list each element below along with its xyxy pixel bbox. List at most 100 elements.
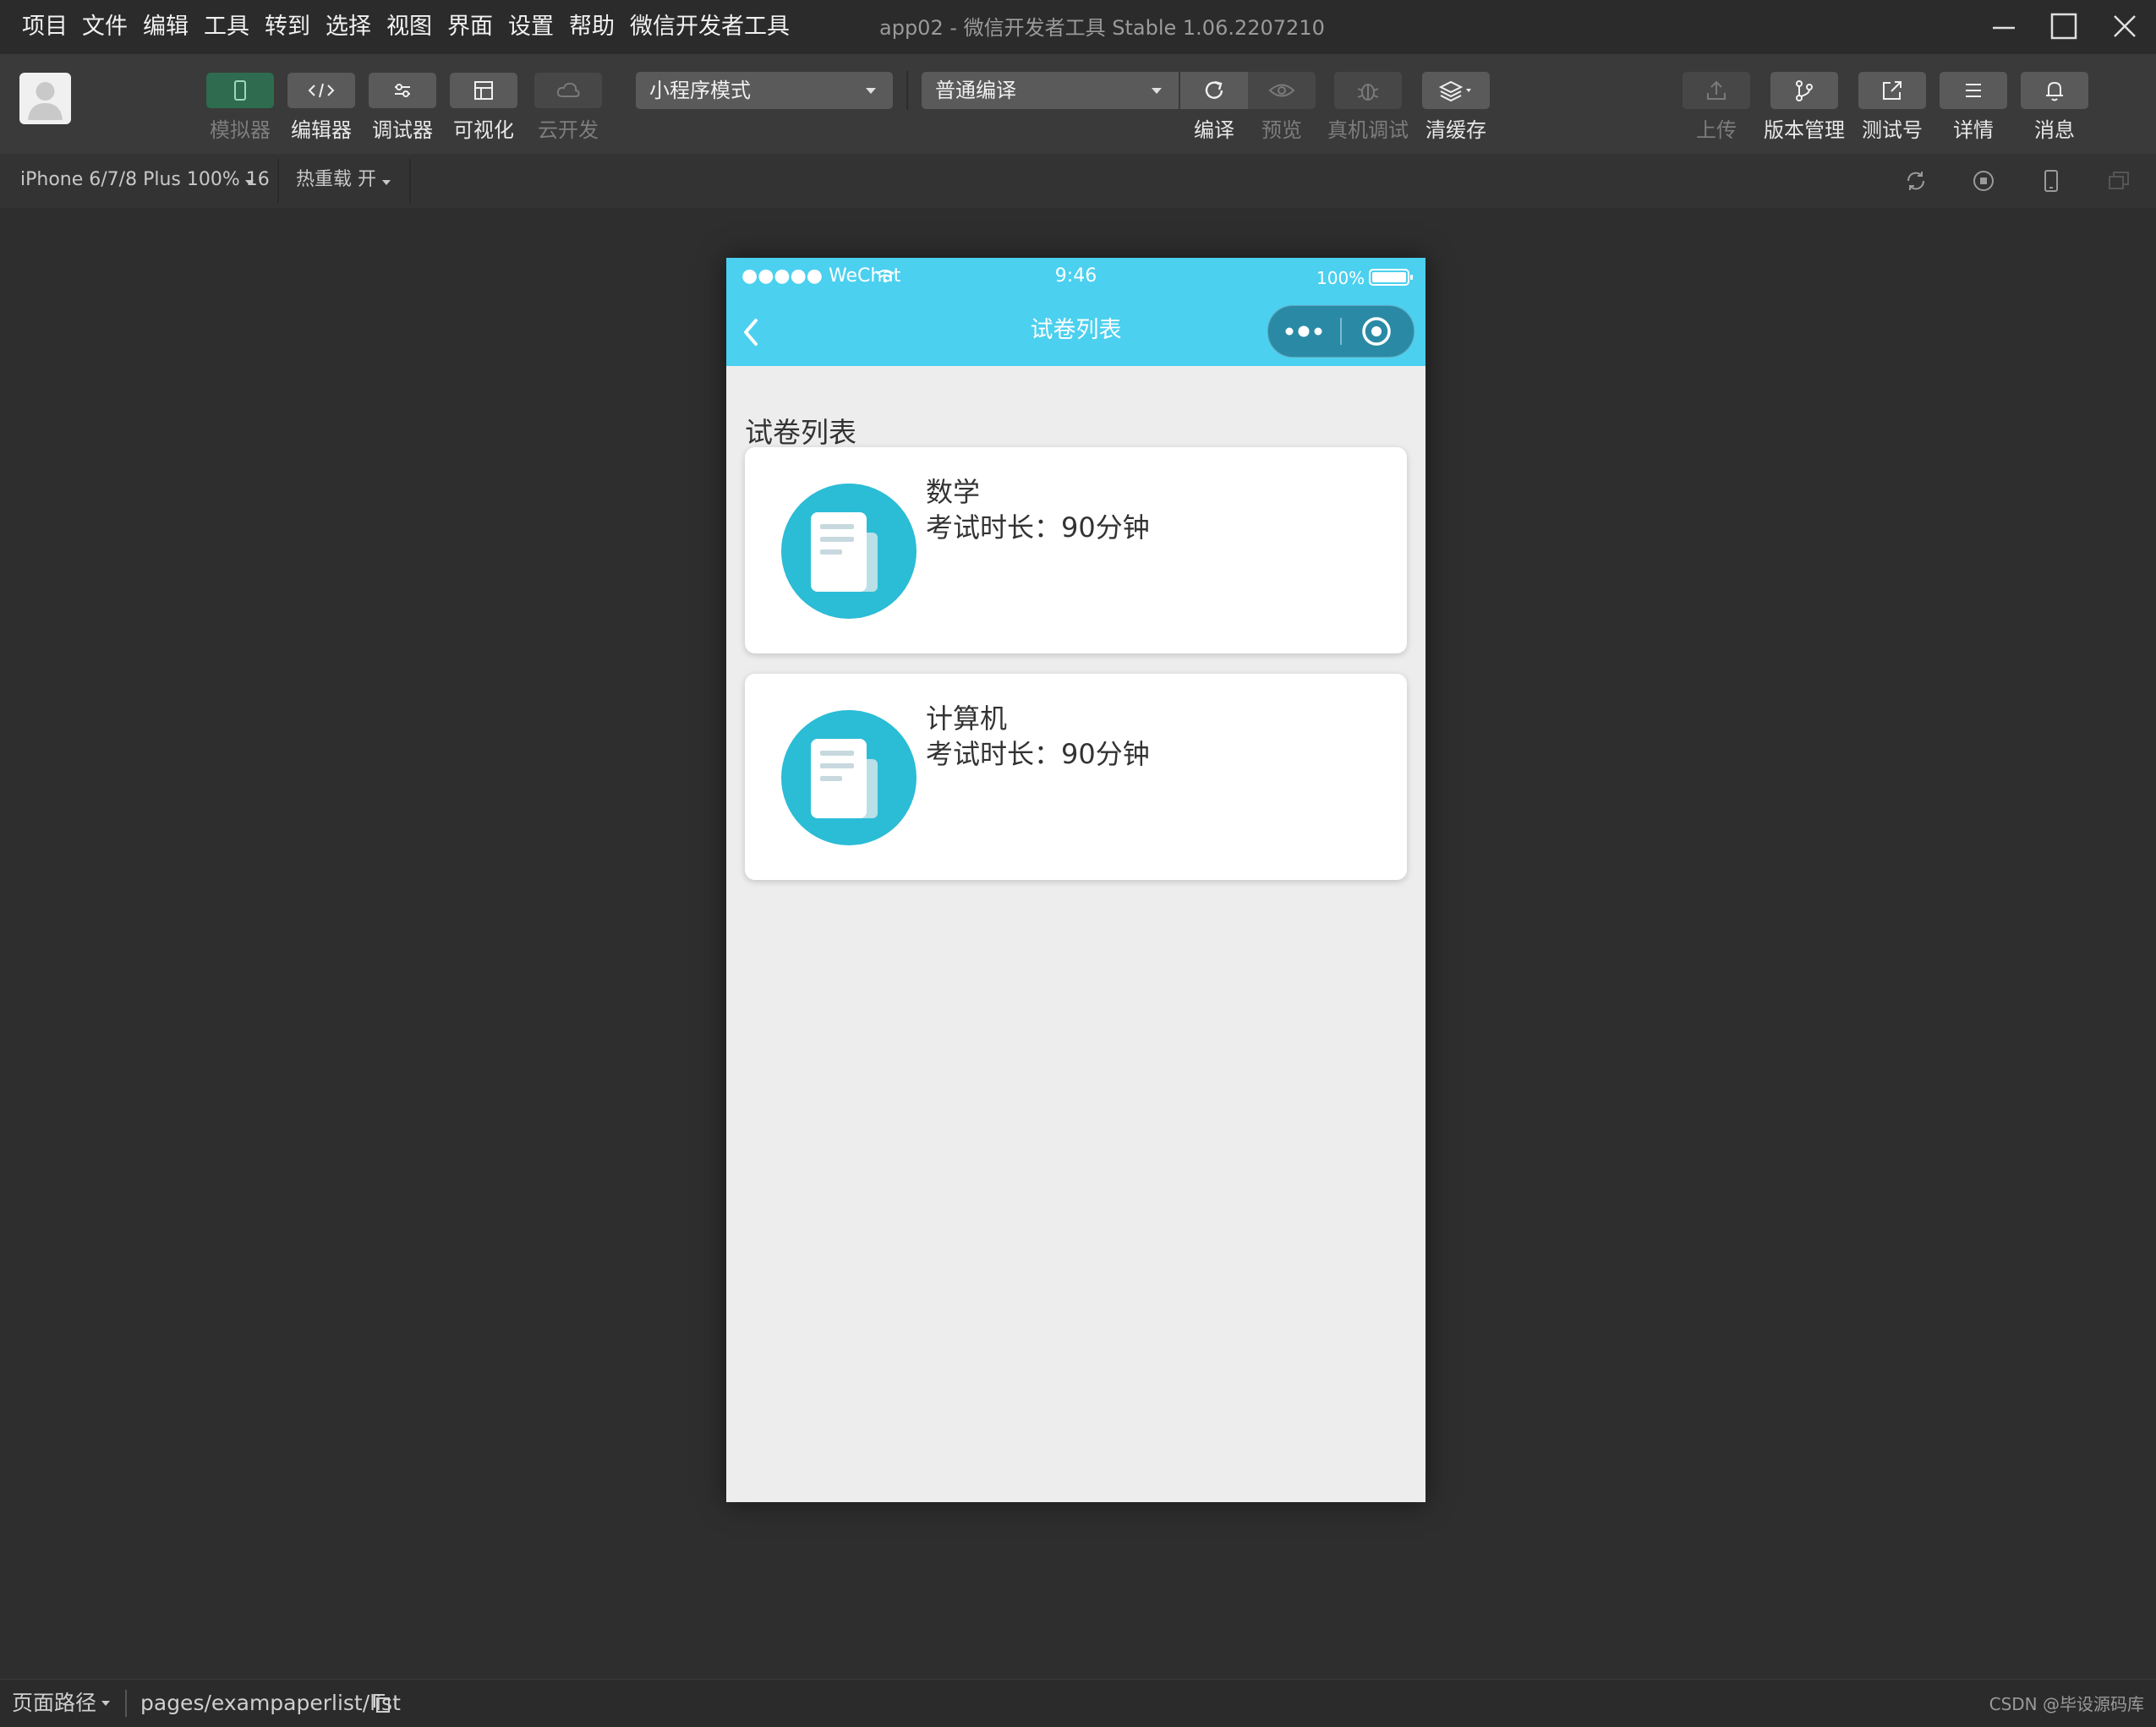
close-miniprogram-icon[interactable]	[1360, 314, 1393, 348]
rotate-icon[interactable]	[1902, 167, 1929, 194]
exam-paper-card[interactable]: 数学 考试时长：90分钟	[745, 447, 1407, 653]
debugger-button[interactable]	[369, 73, 436, 108]
messages-button[interactable]	[2021, 72, 2088, 109]
version-control-label: 版本管理	[1764, 118, 1845, 142]
upload-icon	[1707, 80, 1726, 100]
details-button[interactable]	[1940, 72, 2007, 109]
chevron-down-icon	[245, 180, 254, 185]
editor-label: 编辑器	[291, 118, 352, 142]
cloud-icon	[556, 82, 580, 97]
debugger-label: 调试器	[372, 118, 433, 142]
compile-label: 编译	[1194, 118, 1234, 142]
avatar[interactable]	[19, 73, 71, 124]
bug-icon	[1357, 84, 1379, 101]
chevron-down-icon	[1152, 88, 1162, 94]
phone-icon[interactable]	[2038, 167, 2065, 194]
chevron-down-icon	[101, 1701, 110, 1706]
exam-paper-name: 数学	[926, 476, 981, 508]
menu-devtools[interactable]: 微信开发者工具	[630, 10, 790, 44]
messages-label: 消息	[2034, 118, 2075, 142]
menu-file[interactable]: 文件	[82, 10, 128, 44]
more-dots-icon[interactable]	[1282, 318, 1326, 345]
battery-percent: 100%	[1316, 268, 1365, 288]
title-menu-bar: 项目 文件 编辑 工具 转到 选择 视图 界面 设置 帮助 微信开发者工具 ap…	[0, 0, 2156, 54]
phone-simulator: ●●●●● WeChat 9:46 100% 试卷列表 试卷列表 数学 考试时长…	[726, 258, 1425, 1502]
branch-icon	[1796, 80, 1813, 101]
device-debug-button[interactable]	[1334, 72, 1402, 109]
menu-goto[interactable]: 转到	[265, 10, 310, 44]
clear-cache-label: 清缓存	[1425, 118, 1486, 142]
menu-settings[interactable]: 设置	[508, 10, 554, 44]
upload-button[interactable]	[1683, 72, 1750, 109]
subbar-divider	[409, 159, 411, 203]
phone-status-bar: ●●●●● WeChat 9:46 100%	[726, 258, 1425, 295]
compile-select-value: 普通编译	[935, 79, 1016, 102]
cloud-dev-button[interactable]	[534, 73, 602, 108]
exam-paper-duration: 考试时长：90分钟	[926, 511, 1150, 544]
minimize-icon[interactable]	[1984, 8, 2023, 47]
user-avatar-icon	[28, 82, 63, 120]
test-account-button[interactable]	[1858, 72, 1926, 109]
window-title: app02 - 微信开发者工具 Stable 1.06.2207210	[879, 16, 1325, 40]
detach-window-icon[interactable]	[2105, 167, 2132, 194]
toolbar-divider	[906, 71, 908, 110]
watermark: CSDN @毕设源码库	[1989, 1694, 2144, 1714]
menu-capsule	[1267, 305, 1415, 358]
menu-icon	[1966, 84, 1981, 97]
preview-button[interactable]	[1248, 72, 1316, 109]
device-debug-label: 真机调试	[1327, 118, 1409, 142]
menu-interface[interactable]: 界面	[447, 10, 493, 44]
hot-reload-label: 热重载 开	[296, 169, 376, 190]
main-toolbar: 模拟器 编辑器 调试器 可视化 云开发 小程序模式 普通编译 编译 预览 真机调…	[0, 54, 2156, 154]
test-account-label: 测试号	[1862, 118, 1923, 142]
bottom-status-bar: 页面路径 pages/exampaperlist/list CSDN @毕设源码…	[0, 1679, 2156, 1727]
simulator-subbar: iPhone 6/7/8 Plus 100% 16 热重载 开	[0, 154, 2156, 208]
menu-select[interactable]: 选择	[326, 10, 371, 44]
clear-cache-button[interactable]	[1422, 72, 1490, 109]
eye-icon	[1268, 84, 1295, 97]
menu-edit[interactable]: 编辑	[143, 10, 189, 44]
visualize-button[interactable]	[450, 73, 517, 108]
bell-icon	[2046, 81, 2063, 101]
details-label: 详情	[1953, 118, 1994, 142]
version-control-button[interactable]	[1770, 72, 1838, 109]
page-path-label: 页面路径	[12, 1691, 97, 1715]
chevron-down-icon	[866, 88, 876, 94]
maximize-icon[interactable]	[2044, 8, 2083, 47]
menu-help[interactable]: 帮助	[569, 10, 615, 44]
preview-label: 预览	[1261, 118, 1302, 142]
hot-reload-toggle[interactable]: 热重载 开	[279, 154, 409, 208]
mode-select[interactable]: 小程序模式	[636, 72, 893, 109]
code-icon	[308, 83, 335, 98]
exam-paper-name: 计算机	[926, 702, 1008, 735]
menu-view[interactable]: 视图	[386, 10, 432, 44]
battery-icon	[1369, 269, 1413, 286]
exam-paper-card[interactable]: 计算机 考试时长：90分钟	[745, 674, 1407, 880]
cloud-dev-label: 云开发	[538, 118, 599, 142]
compile-select[interactable]: 普通编译	[922, 72, 1179, 109]
simulator-label: 模拟器	[210, 118, 271, 142]
editor-button[interactable]	[287, 73, 355, 108]
external-link-icon	[1883, 81, 1902, 100]
compile-button[interactable]	[1180, 72, 1248, 109]
close-icon[interactable]	[2105, 8, 2144, 47]
sliders-icon	[395, 84, 410, 97]
bottom-divider	[125, 1690, 127, 1717]
visualize-label: 可视化	[453, 118, 514, 142]
capsule-divider	[1340, 318, 1342, 345]
phone-nav-bar: 试卷列表	[726, 295, 1425, 366]
simulator-button[interactable]	[206, 73, 274, 108]
exam-paper-duration: 考试时长：90分钟	[926, 738, 1150, 770]
device-select[interactable]: iPhone 6/7/8 Plus 100% 16	[0, 154, 277, 208]
menu-tools[interactable]: 工具	[204, 10, 249, 44]
refresh-icon	[1205, 80, 1223, 99]
copy-icon[interactable]	[370, 1691, 394, 1715]
page-path-select[interactable]: 页面路径	[0, 1680, 118, 1727]
document-icon	[781, 710, 917, 845]
menu-project[interactable]: 项目	[22, 10, 68, 44]
record-icon[interactable]	[1970, 167, 1997, 194]
layout-icon	[474, 81, 493, 100]
page-path-value: pages/exampaperlist/list	[140, 1691, 401, 1715]
device-select-value: iPhone 6/7/8 Plus 100% 16	[20, 169, 270, 190]
phone-icon	[234, 80, 246, 101]
